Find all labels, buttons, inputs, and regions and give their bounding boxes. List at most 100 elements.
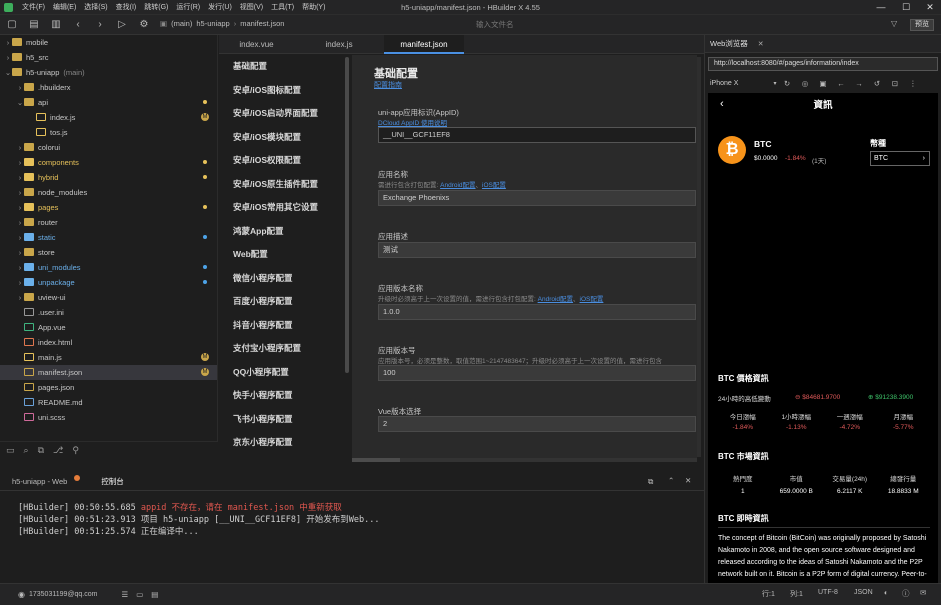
maximize-button[interactable]: ☐ (895, 0, 917, 15)
forward-icon[interactable]: › (92, 17, 108, 33)
tree-item[interactable]: › mobile (0, 35, 217, 50)
tree-item[interactable]: README.md (0, 395, 217, 410)
chevron-right-icon[interactable]: › (16, 185, 24, 200)
config-nav-item[interactable]: 基础配置 (219, 55, 347, 79)
config-nav-item[interactable]: 安卓/iOS模块配置 (219, 126, 347, 150)
chevron-right-icon[interactable]: › (16, 260, 24, 275)
run-icon[interactable]: ▷ (114, 17, 130, 33)
rotate-icon[interactable]: ↻ (778, 79, 796, 88)
config-nav-item[interactable]: 快手小程序配置 (219, 384, 347, 408)
tree-item[interactable]: › colorui (0, 140, 217, 155)
inspect-icon[interactable]: ◎ (796, 79, 814, 88)
new-file-icon[interactable]: ▢ (4, 17, 20, 33)
config-nav-item[interactable]: 支付宝小程序配置 (219, 337, 347, 361)
appid-field[interactable]: __UNI__GCF11EF8 (378, 127, 696, 143)
chevron-right-icon[interactable]: › (4, 50, 12, 65)
tree-item[interactable]: uni.scss (0, 410, 217, 425)
explorer-icon[interactable]: ▭ (6, 445, 15, 456)
chevron-right-icon[interactable]: › (16, 80, 24, 95)
nav-back-icon[interactable]: ← (832, 79, 850, 88)
config-nav-item[interactable]: 安卓/iOS常用其它设置 (219, 196, 347, 220)
config-scrollbar[interactable] (697, 57, 701, 457)
back-icon[interactable]: ‹ (70, 17, 86, 33)
settings-icon[interactable]: ⚙ (136, 17, 152, 33)
chevron-right-icon[interactable]: › (4, 35, 12, 50)
tree-item[interactable]: › static (0, 230, 217, 245)
tree-item[interactable]: ⌄ h5-uniapp (main) (0, 65, 217, 80)
col-indicator[interactable]: 列:1 (790, 589, 803, 599)
debug-icon[interactable]: ⚲ (72, 445, 79, 456)
collapse-icon[interactable]: ⌃ (668, 476, 674, 485)
file-search-input[interactable]: 输入文件名 (473, 18, 873, 32)
chevron-down-icon[interactable]: ⌄ (4, 65, 12, 80)
info-icon[interactable]: ⓘ (902, 588, 910, 599)
tab-manifest-json[interactable]: manifest.json (384, 34, 464, 54)
minimize-button[interactable]: — (870, 0, 892, 15)
tree-item[interactable]: index.js M (0, 110, 217, 125)
app-desc-field[interactable]: 测试 (378, 242, 696, 258)
config-nav-item[interactable]: 鸿蒙App配置 (219, 220, 347, 244)
tree-item[interactable]: › unpackage (0, 275, 217, 290)
chevron-right-icon[interactable]: › (16, 290, 24, 305)
config-nav-item[interactable]: 抖音小程序配置 (219, 314, 347, 338)
menu-item[interactable]: 工具(T) (267, 2, 298, 12)
tree-item[interactable]: › .hbuilderx (0, 80, 217, 95)
config-nav-item[interactable]: 安卓/iOS权限配置 (219, 149, 347, 173)
tree-item[interactable]: App.vue (0, 320, 217, 335)
list-icon[interactable]: ☰ (121, 590, 128, 599)
config-nav-item[interactable]: 安卓/iOS图标配置 (219, 79, 347, 103)
chevron-right-icon[interactable]: › (16, 140, 24, 155)
chevron-right-icon[interactable]: › (16, 155, 24, 170)
tree-item[interactable]: .user.ini (0, 305, 217, 320)
close-window-button[interactable]: ✕ (919, 0, 941, 15)
tree-item[interactable]: › store (0, 245, 217, 260)
language-indicator[interactable]: JSON (854, 589, 873, 596)
close-panel-icon[interactable]: ✕ (685, 476, 691, 485)
menu-item[interactable]: 帮助(Y) (298, 2, 329, 12)
currency-select[interactable]: BTC › (870, 151, 930, 166)
nav-forward-icon[interactable]: → (850, 79, 868, 88)
config-guide-link[interactable]: 配置指南 (374, 80, 402, 90)
config-nav-item[interactable]: 安卓/iOS原生插件配置 (219, 173, 347, 197)
tree-item[interactable]: › components (0, 155, 217, 170)
appid-help-link[interactable]: DCloud AppID 使用说明 (378, 117, 447, 127)
tree-item[interactable]: › uni_modules (0, 260, 217, 275)
notification-icon[interactable]: ◐ (884, 588, 889, 597)
tab-web-run[interactable]: h5-uniapp - Web (0, 473, 79, 491)
tree-item[interactable]: › h5_src (0, 50, 217, 65)
tree-item[interactable]: › pages (0, 200, 217, 215)
menu-item[interactable]: 编辑(E) (49, 2, 80, 12)
tree-item[interactable]: › node_modules (0, 185, 217, 200)
breadcrumb-project[interactable]: h5-uniapp (196, 19, 229, 28)
refresh-icon[interactable]: ↺ (868, 79, 886, 88)
tree-item[interactable]: › hybrid (0, 170, 217, 185)
chevron-right-icon[interactable]: › (16, 215, 24, 230)
chevron-down-icon[interactable]: ⌄ (16, 95, 24, 110)
tree-item[interactable]: › uview-ui (0, 290, 217, 305)
config-nav-item[interactable]: Web配置 (219, 243, 347, 267)
preview-button[interactable]: 预览 (910, 19, 934, 31)
chevron-right-icon[interactable]: › (16, 275, 24, 290)
tree-item[interactable]: tos.js (0, 125, 217, 140)
tab-console[interactable]: 控制台 (89, 473, 136, 491)
url-input[interactable]: http://localhost:8080/#/pages/informatio… (708, 57, 938, 71)
source-control-icon[interactable]: ⎇ (53, 445, 63, 456)
search-icon[interactable]: ⌕ (24, 445, 29, 456)
tab-index-vue[interactable]: index.vue (219, 35, 294, 54)
tree-item[interactable]: ⌄ api (0, 95, 217, 110)
ios-config-link-2[interactable]: iOS配置 (580, 296, 604, 303)
config-nav-item[interactable]: 安卓/iOS启动界面配置 (219, 102, 347, 126)
menu-item[interactable]: 选择(S) (80, 2, 111, 12)
tree-item[interactable]: main.js M (0, 350, 217, 365)
open-icon[interactable]: ▤ (26, 17, 42, 33)
menu-item[interactable]: 跳转(G) (140, 2, 172, 12)
tree-item[interactable]: › router (0, 215, 217, 230)
chevron-right-icon[interactable]: › (16, 230, 24, 245)
user-account[interactable]: 1735031199@qq.com (29, 591, 97, 598)
device-select[interactable]: iPhone X (710, 80, 772, 87)
message-icon[interactable]: ✉ (920, 588, 926, 597)
config-nav-item[interactable]: 百度小程序配置 (219, 290, 347, 314)
breadcrumb-file[interactable]: manifest.json (240, 19, 284, 28)
breadcrumb-branch[interactable]: (main) (171, 19, 192, 28)
tab-index-js[interactable]: index.js (294, 35, 384, 54)
